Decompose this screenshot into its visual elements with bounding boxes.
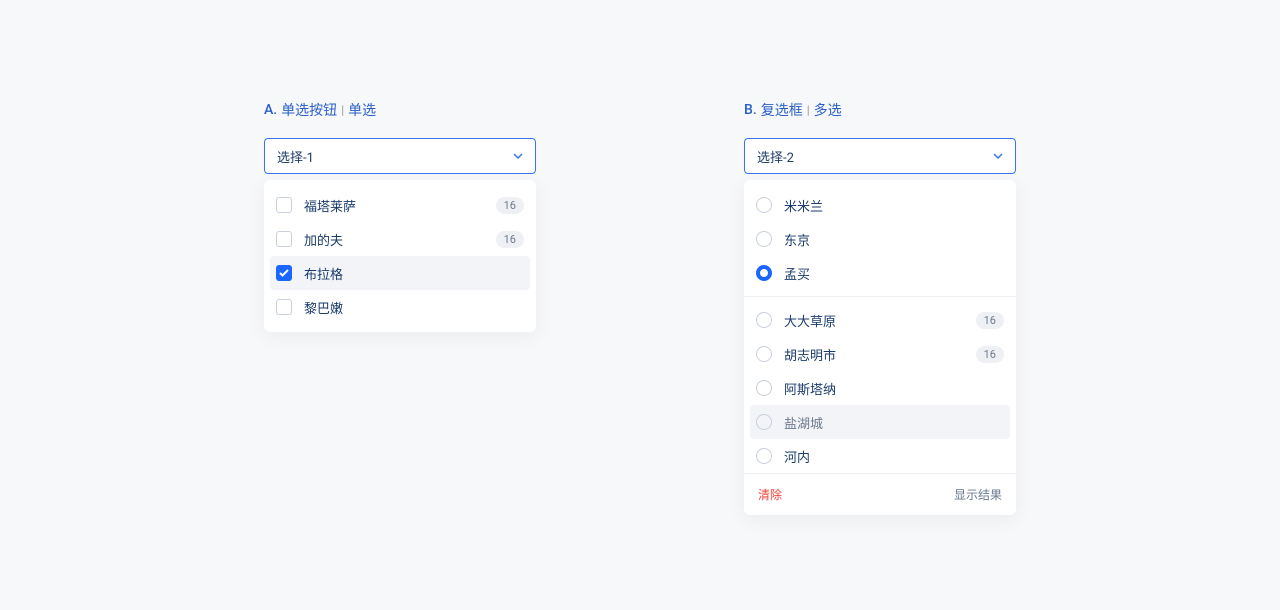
option-prague[interactable]: 布拉格: [270, 256, 530, 290]
radio-icon: [756, 197, 772, 213]
option-milan[interactable]: 米米兰: [744, 188, 1016, 222]
divider-icon: |: [807, 103, 810, 117]
radio-icon: [756, 448, 772, 464]
left-column: A. 单选按钮 | 单选 选择-1 福塔莱萨 16 加的夫 16 布拉格 黎巴嫩: [264, 100, 536, 610]
option-prairie[interactable]: 大大草原 16: [744, 303, 1016, 337]
option-hanoi[interactable]: 河内: [744, 439, 1016, 473]
dropdown-footer: 清除 显示结果: [744, 473, 1016, 515]
divider-icon: |: [341, 103, 344, 117]
option-label: 东京: [784, 230, 1004, 249]
chevron-down-icon: [513, 153, 523, 159]
option-fortaleza[interactable]: 福塔莱萨 16: [264, 188, 536, 222]
checkbox-icon: [276, 197, 292, 213]
option-label: 布拉格: [304, 264, 524, 283]
option-saltlake[interactable]: 盐湖城: [750, 405, 1010, 439]
radio-icon: [756, 231, 772, 247]
select-a-label: 选择-1: [277, 147, 314, 166]
select-trigger-b[interactable]: 选择-2: [744, 138, 1016, 174]
option-label: 大大草原: [784, 311, 964, 330]
radio-icon: [756, 380, 772, 396]
count-badge: 16: [496, 197, 524, 214]
select-trigger-a[interactable]: 选择-1: [264, 138, 536, 174]
dropdown-b: 米米兰 东京 孟买 大大草原 16 胡志明市 16 阿斯塔纳 盐湖城: [744, 180, 1016, 515]
group-divider: [744, 296, 1016, 297]
option-label: 河内: [784, 447, 1004, 466]
option-label: 胡志明市: [784, 345, 964, 364]
radio-selected-icon: [756, 265, 772, 281]
option-label: 米米兰: [784, 196, 1004, 215]
option-mumbai[interactable]: 孟买: [744, 256, 1016, 290]
checkbox-icon: [276, 299, 292, 315]
option-label: 加的夫: [304, 230, 484, 249]
checkbox-checked-icon: [276, 265, 292, 281]
clear-button[interactable]: 清除: [758, 486, 782, 503]
radio-icon: [756, 312, 772, 328]
option-cardiff[interactable]: 加的夫 16: [264, 222, 536, 256]
count-badge: 16: [976, 312, 1004, 329]
radio-icon: [756, 414, 772, 430]
option-tokyo[interactable]: 东京: [744, 222, 1016, 256]
section-a-title1: 单选按钮: [281, 100, 337, 120]
option-hochiminh[interactable]: 胡志明市 16: [744, 337, 1016, 371]
option-astana[interactable]: 阿斯塔纳: [744, 371, 1016, 405]
option-label: 福塔莱萨: [304, 196, 484, 215]
chevron-down-icon: [993, 153, 1003, 159]
dropdown-a: 福塔莱萨 16 加的夫 16 布拉格 黎巴嫩: [264, 180, 536, 332]
select-b-label: 选择-2: [757, 147, 794, 166]
count-badge: 16: [976, 346, 1004, 363]
option-label: 黎巴嫩: [304, 298, 524, 317]
right-column: B. 复选框 | 多选 选择-2 米米兰 东京 孟买 大大草原 16 胡志明市: [744, 100, 1016, 610]
section-b-prefix: B.: [744, 102, 757, 118]
show-results-button[interactable]: 显示结果: [954, 486, 1002, 503]
checkbox-icon: [276, 231, 292, 247]
section-a-label: A. 单选按钮 | 单选: [264, 100, 536, 120]
section-a-title2: 单选: [348, 100, 376, 120]
option-label: 孟买: [784, 264, 1004, 283]
option-label: 阿斯塔纳: [784, 379, 1004, 398]
option-lebanon[interactable]: 黎巴嫩: [264, 290, 536, 324]
section-b-title1: 复选框: [761, 100, 803, 120]
option-label: 盐湖城: [784, 413, 1004, 432]
section-a-prefix: A.: [264, 102, 277, 118]
section-b-label: B. 复选框 | 多选: [744, 100, 1016, 120]
radio-icon: [756, 346, 772, 362]
section-b-title2: 多选: [814, 100, 842, 120]
count-badge: 16: [496, 231, 524, 248]
